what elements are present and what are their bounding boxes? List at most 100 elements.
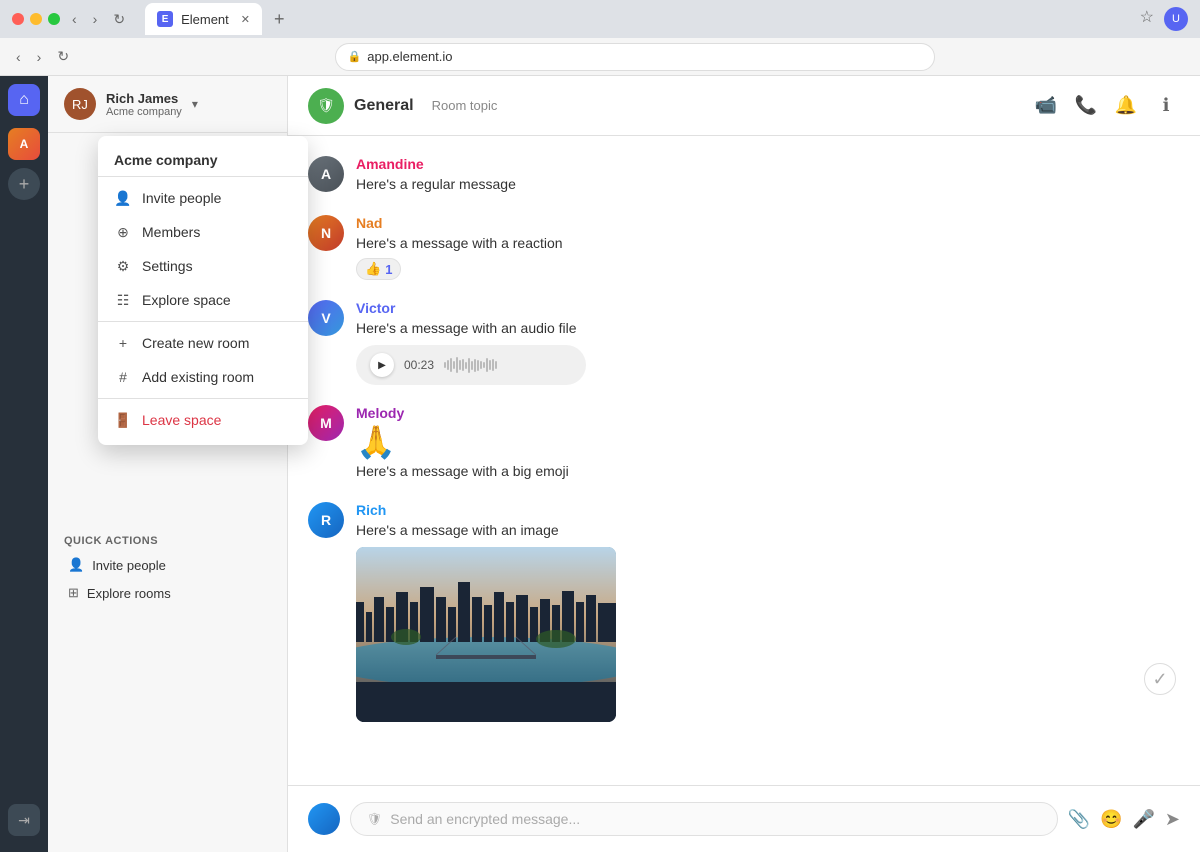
sender-name-melody: Melody	[356, 405, 1180, 421]
main-chat: 🛡 General Room topic 📹 📞 🔔 ℹ A Amandine …	[288, 76, 1200, 852]
space-menu-item-explore-space[interactable]: ☷ Explore space	[98, 283, 308, 317]
add-space-button[interactable]: +	[8, 168, 40, 200]
browser-tab[interactable]: E Element ✕	[145, 3, 262, 35]
wave-bar	[489, 360, 491, 370]
chat-header-right: 📹 📞 🔔 ℹ	[1032, 92, 1180, 120]
avatar-melody: M	[308, 405, 344, 441]
city-svg	[356, 547, 616, 722]
space-menu-divider	[98, 176, 308, 177]
back-button[interactable]: ‹	[68, 9, 81, 29]
create-room-label: Create new room	[142, 335, 249, 351]
message-text-amandine: Here's a regular message	[356, 174, 1180, 195]
refresh-button[interactable]: ↻	[109, 9, 129, 30]
avatar-nad: N	[308, 215, 344, 251]
voice-call-button[interactable]: 📞	[1072, 92, 1100, 120]
message-victor: V Victor Here's a message with an audio …	[308, 300, 1180, 385]
message-text-melody: Here's a message with a big emoji	[356, 461, 1180, 482]
home-button[interactable]: ⌂	[8, 84, 40, 116]
members-icon: ⊕	[114, 223, 132, 241]
explore-space-label: Explore space	[142, 292, 231, 308]
notifications-button[interactable]: 🔔	[1112, 92, 1140, 120]
room-topic: Room topic	[432, 98, 498, 113]
big-emoji: 🙏	[356, 423, 1180, 461]
invite-people-label: Invite people	[142, 190, 221, 206]
input-user-avatar	[308, 803, 340, 835]
sidebar-user[interactable]: RJ Rich James Acme company ▾	[64, 88, 198, 120]
wave-bar	[447, 360, 449, 370]
audio-time: 00:23	[404, 358, 434, 372]
message-rich: R Rich Here's a message with an image	[308, 502, 1180, 722]
avatar-amandine: A	[308, 156, 344, 192]
close-window-button[interactable]	[12, 13, 24, 25]
wave-bar	[492, 359, 494, 371]
message-melody: M Melody 🙏 Here's a message with a big e…	[308, 405, 1180, 482]
toolbar-forward-button[interactable]: ›	[33, 47, 46, 67]
avatar-rich: R	[308, 502, 344, 538]
sidebar-content: Quick actions 👤 Invite people ⊞ Explore …	[48, 523, 287, 852]
chevron-down-icon: ▾	[192, 97, 198, 111]
explore-rooms-label: Explore rooms	[87, 586, 171, 601]
messages-area: A Amandine Here's a regular message N Na…	[288, 136, 1200, 785]
space-menu-item-settings[interactable]: ⚙ Settings	[98, 249, 308, 283]
attachment-button[interactable]: 📎	[1068, 809, 1090, 830]
wave-bar	[486, 358, 488, 372]
create-room-icon: +	[114, 334, 132, 352]
address-bar[interactable]: 🔒 app.element.io	[335, 43, 935, 71]
window-controls	[12, 13, 60, 25]
leave-icon: ⇥	[18, 812, 30, 829]
scroll-to-bottom-button[interactable]: ✓	[1144, 663, 1176, 695]
forward-button[interactable]: ›	[89, 9, 102, 29]
play-button[interactable]: ▶	[370, 353, 394, 377]
room-info-button[interactable]: ℹ	[1152, 92, 1180, 120]
wave-bar	[480, 361, 482, 369]
settings-icon: ⚙	[114, 257, 132, 275]
explore-space-icon: ☷	[114, 291, 132, 309]
space-menu-dropdown: Acme company 👤 Invite people ⊕ Members ⚙…	[98, 136, 308, 445]
city-image	[356, 547, 616, 722]
toolbar-refresh-button[interactable]: ↻	[53, 46, 73, 67]
wave-bar	[471, 361, 473, 370]
tab-close-button[interactable]: ✕	[241, 13, 250, 26]
input-shield-icon: 🛡	[367, 812, 382, 826]
space-menu-item-add-room[interactable]: # Add existing room	[98, 360, 308, 394]
reaction-nad[interactable]: 👍 1	[356, 258, 401, 280]
minimize-window-button[interactable]	[30, 13, 42, 25]
space-menu-item-create-room[interactable]: + Create new room	[98, 326, 308, 360]
bookmark-icon[interactable]: ☆	[1140, 7, 1154, 31]
chat-input-area: 🛡 Send an encrypted message... 📎 😊 🎤 ➤	[288, 785, 1200, 852]
message-input-box[interactable]: 🛡 Send an encrypted message...	[350, 802, 1058, 836]
leave-space-icon: 🚪	[114, 411, 132, 429]
new-tab-button[interactable]: +	[274, 9, 285, 30]
space-menu-item-members[interactable]: ⊕ Members	[98, 215, 308, 249]
reaction-emoji: 👍	[365, 261, 381, 277]
emoji-button[interactable]: 😊	[1100, 809, 1122, 830]
maximize-window-button[interactable]	[48, 13, 60, 25]
room-shield-icon: 🛡	[317, 97, 335, 114]
message-amandine: A Amandine Here's a regular message	[308, 156, 1180, 195]
sidebar-item-explore-rooms[interactable]: ⊞ Explore rooms	[52, 579, 283, 607]
home-icon: ⌂	[19, 91, 29, 109]
space-avatar[interactable]: A	[8, 128, 40, 160]
tab-favicon: E	[157, 11, 173, 27]
space-menu-item-invite-people[interactable]: 👤 Invite people	[98, 181, 308, 215]
user-info: Rich James Acme company	[106, 91, 182, 118]
left-sidebar: RJ Rich James Acme company ▾ Acme compan…	[48, 76, 288, 852]
wave-bar	[483, 362, 485, 368]
sidebar-item-invite-people[interactable]: 👤 Invite people	[52, 551, 283, 579]
room-indicator: 🛡	[308, 88, 344, 124]
sender-name-amandine: Amandine	[356, 156, 1180, 172]
chat-header: 🛡 General Room topic 📹 📞 🔔 ℹ	[288, 76, 1200, 136]
space-avatar-image: A	[8, 128, 40, 160]
space-menu-item-leave-space[interactable]: 🚪 Leave space	[98, 403, 308, 437]
toolbar-back-button[interactable]: ‹	[12, 47, 25, 67]
video-call-button[interactable]: 📹	[1032, 92, 1060, 120]
nav-bottom: ⇥	[8, 804, 40, 844]
voice-message-button[interactable]: 🎤	[1132, 809, 1154, 830]
send-button[interactable]: ➤	[1165, 809, 1180, 830]
favicon-letter: E	[162, 14, 169, 25]
message-text-rich: Here's a message with an image	[356, 520, 1180, 541]
sidebar-header: RJ Rich James Acme company ▾	[48, 76, 287, 133]
sender-name-rich: Rich	[356, 502, 1180, 518]
browser-user-avatar[interactable]: U	[1164, 7, 1188, 31]
leave-button[interactable]: ⇥	[8, 804, 40, 836]
